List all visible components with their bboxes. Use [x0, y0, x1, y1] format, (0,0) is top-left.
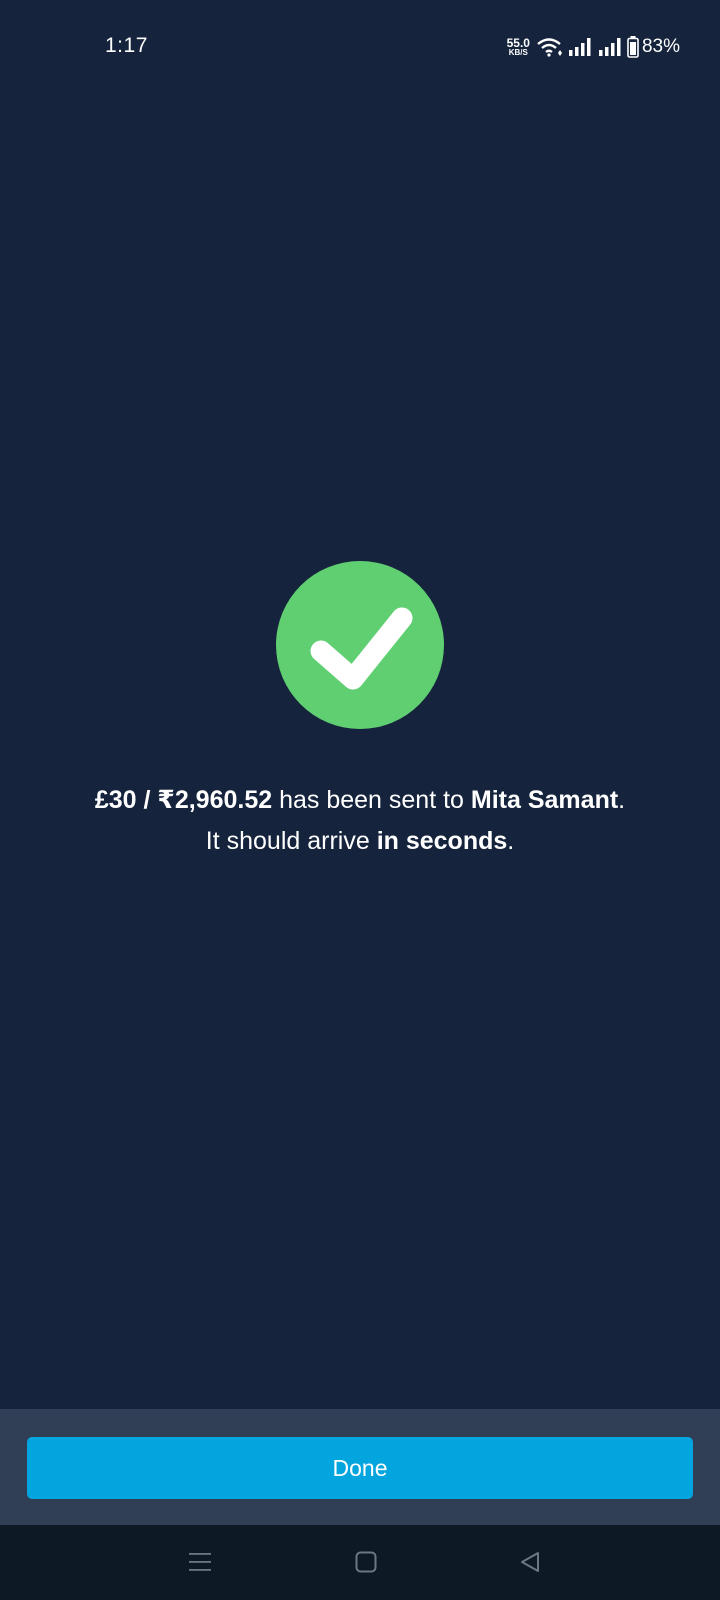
message-text-1: has been sent to	[272, 786, 471, 814]
network-speed: 55.0 KB/S	[507, 37, 530, 57]
checkmark-circle-icon	[276, 561, 444, 729]
confirmation-message: £30 / ₹2,960.52 has been sent to Mita Sa…	[90, 780, 630, 862]
status-icons: 55.0 KB/S 83%	[507, 34, 680, 60]
battery-icon	[627, 36, 639, 58]
done-button[interactable]: Done	[27, 1437, 693, 1499]
status-bar: 1:17 55.0 KB/S 83%	[0, 0, 720, 96]
message-text-3: .	[507, 827, 515, 855]
network-speed-unit: KB/S	[508, 48, 528, 57]
home-square-icon[interactable]	[346, 1545, 386, 1579]
wifi-icon	[536, 37, 564, 57]
back-triangle-icon[interactable]	[510, 1545, 550, 1579]
recipient-name: Mita Samant	[470, 786, 619, 814]
menu-icon[interactable]	[180, 1545, 220, 1579]
bottom-action-panel: Done	[0, 1409, 720, 1525]
signal-icon	[568, 37, 594, 57]
system-navigation-bar	[0, 1525, 720, 1600]
status-time: 1:17	[105, 34, 148, 57]
arrival-time: in seconds	[376, 827, 508, 855]
signal-icon-2	[598, 37, 624, 57]
amount-text: £30 / ₹2,960.52	[94, 786, 273, 814]
battery-percent: 83%	[641, 36, 680, 57]
